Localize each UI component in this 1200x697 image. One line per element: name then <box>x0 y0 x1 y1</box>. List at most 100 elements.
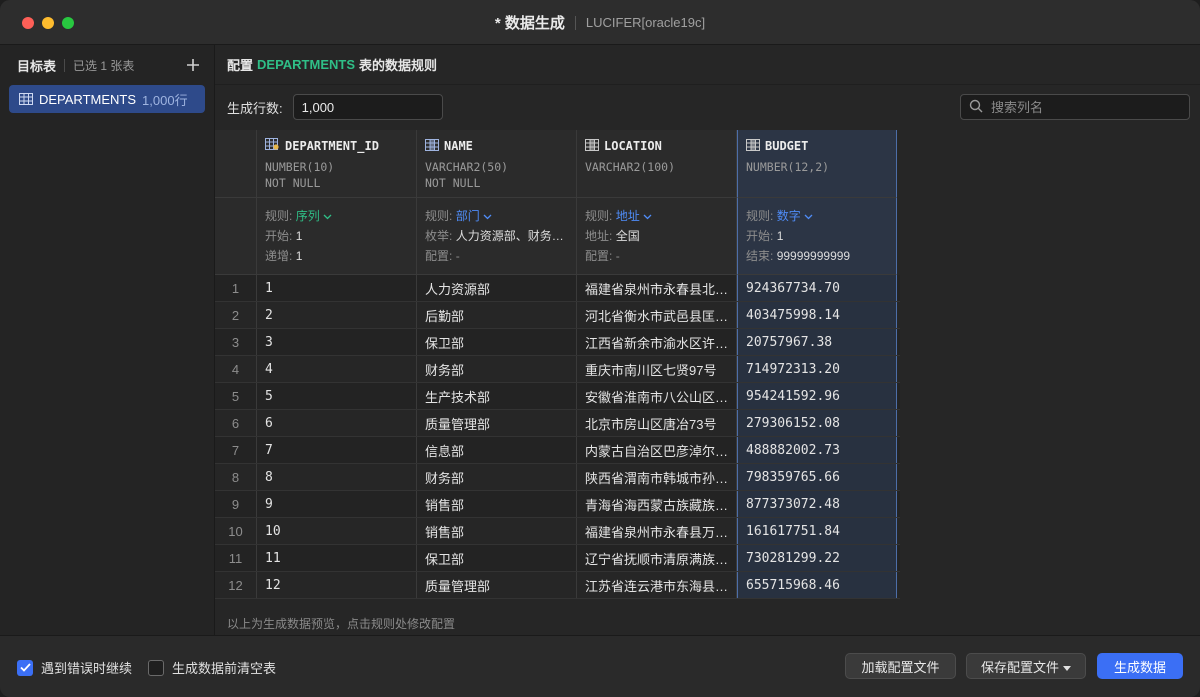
truncate-before-checkbox[interactable]: 生成数据前清空表 <box>148 658 276 677</box>
search-input[interactable] <box>991 99 1181 115</box>
column-header-location[interactable]: LOCATION VARCHAR2(100) <box>577 130 737 198</box>
param-value[interactable]: 1 <box>296 249 303 263</box>
column-name: NAME <box>444 139 473 153</box>
column-type: VARCHAR2(100) <box>585 160 676 174</box>
param-value[interactable]: - <box>456 249 460 263</box>
param-value[interactable]: - <box>616 249 620 263</box>
rule-value: 部门 <box>455 209 480 223</box>
column-icon <box>746 138 760 154</box>
rule-label: 规则: <box>585 209 613 223</box>
row-number-cell: 12 <box>215 572 257 598</box>
param-value[interactable]: 人力资源部、财务… <box>456 229 564 243</box>
connection-name: LUCIFER[oracle19c] <box>585 15 706 30</box>
row-number-cell: 3 <box>215 329 257 355</box>
param-label: 配置: <box>585 249 613 263</box>
department-id-cell: 10 <box>257 518 417 544</box>
row-number-header <box>215 130 257 198</box>
department-id-cell: 6 <box>257 410 417 436</box>
column-name: DEPARTMENT_ID <box>285 139 379 153</box>
selected-table-count: 已选 1 张表 <box>73 58 135 73</box>
location-cell: 陕西省渭南市韩城市孙… <box>577 464 737 490</box>
rule-cell-location: 规则: 地址 地址: 全国 配置: - <box>577 198 737 275</box>
table-row: 2 2 后勤部 河北省衡水市武邑县匡… 403475998.14 <box>215 302 900 329</box>
department-id-cell: 4 <box>257 356 417 382</box>
generate-data-button[interactable]: 生成数据 <box>1097 653 1183 679</box>
param-value[interactable]: 1 <box>296 229 303 243</box>
department-id-cell: 5 <box>257 383 417 409</box>
param-label: 结束: <box>746 249 774 263</box>
column-name: BUDGET <box>765 139 809 153</box>
department-id-cell: 11 <box>257 545 417 571</box>
sidebar-item-departments[interactable]: DEPARTMENTS 1,000行 <box>9 85 205 113</box>
column-header-name[interactable]: NAME VARCHAR2(50) NOT NULL <box>417 130 577 198</box>
column-icon <box>585 138 599 154</box>
row-number-cell: 2 <box>215 302 257 328</box>
table-row: 1 1 人力资源部 福建省泉州市永春县北… 924367734.70 <box>215 275 900 302</box>
row-number-cell: 4 <box>215 356 257 382</box>
save-config-button[interactable]: 保存配置文件 <box>966 653 1086 679</box>
budget-cell: 20757967.38 <box>737 329 897 355</box>
location-cell: 江苏省连云港市东海县… <box>577 572 737 598</box>
rule-value: 地址 <box>615 209 640 223</box>
checkbox-checked-icon <box>17 659 33 676</box>
column-type: NUMBER(12,2) <box>746 160 830 174</box>
plus-icon[interactable] <box>186 55 200 75</box>
chevron-down-icon <box>804 209 813 223</box>
name-cell: 保卫部 <box>417 329 577 355</box>
rule-label: 规则: <box>746 209 774 223</box>
table-row: 9 9 销售部 青海省海西蒙古族藏族… 877373072.48 <box>215 491 900 518</box>
chevron-down-icon <box>483 209 492 223</box>
location-cell: 青海省海西蒙古族藏族… <box>577 491 737 517</box>
config-table-name: DEPARTMENTS <box>257 57 355 72</box>
rule-selector[interactable]: 序列 <box>296 209 332 223</box>
rule-label: 规则: <box>425 209 453 223</box>
rule-selector[interactable]: 地址 <box>616 209 652 223</box>
row-number-cell: 11 <box>215 545 257 571</box>
checkbox-unchecked-icon <box>148 659 164 676</box>
location-cell: 福建省泉州市永春县万… <box>577 518 737 544</box>
config-heading-suffix: 表的数据规则 <box>359 58 438 73</box>
row-number-cell: 1 <box>215 275 257 301</box>
department-id-cell: 7 <box>257 437 417 463</box>
config-heading-prefix: 配置 <box>227 58 254 73</box>
column-header-department-id[interactable]: DEPARTMENT_ID NUMBER(10) NOT NULL <box>257 130 417 198</box>
rule-selector[interactable]: 数字 <box>777 209 813 223</box>
column-type: VARCHAR2(50) <box>425 160 509 174</box>
sidebar-item-row-count: 1,000行 <box>142 92 188 108</box>
preview-rows: 1 1 人力资源部 福建省泉州市永春县北… 924367734.70 2 2 后勤部 河北省衡水… <box>215 275 900 599</box>
load-config-button[interactable]: 加载配置文件 <box>845 653 956 679</box>
table-row: 8 8 财务部 陕西省渭南市韩城市孙… 798359765.66 <box>215 464 900 491</box>
table-row: 7 7 信息部 内蒙古自治区巴彦淖尔… 488882002.73 <box>215 437 900 464</box>
rule-selector[interactable]: 部门 <box>456 209 492 223</box>
param-label: 开始: <box>265 229 293 243</box>
title-divider <box>574 15 576 30</box>
budget-cell: 730281299.22 <box>737 545 897 571</box>
column-name: LOCATION <box>604 139 662 153</box>
name-cell: 质量管理部 <box>417 410 577 436</box>
window-title: * 数据生成 <box>494 15 565 32</box>
continue-on-error-checkbox[interactable]: 遇到错误时继续 <box>17 658 132 677</box>
param-value[interactable]: 1 <box>777 229 784 243</box>
column-search[interactable] <box>960 94 1190 120</box>
location-cell: 安徽省淮南市八公山区… <box>577 383 737 409</box>
name-cell: 信息部 <box>417 437 577 463</box>
name-cell: 销售部 <box>417 518 577 544</box>
department-id-cell: 3 <box>257 329 417 355</box>
table-row: 5 5 生产技术部 安徽省淮南市八公山区… 954241592.96 <box>215 383 900 410</box>
row-count-input[interactable] <box>292 94 443 120</box>
column-constraint: NOT NULL <box>265 176 321 190</box>
param-value[interactable]: 99999999999 <box>777 249 850 263</box>
title-bar: * 数据生成 LUCIFER[oracle19c] <box>0 0 1200 45</box>
config-heading: 配置 DEPARTMENTS 表的数据规则 <box>215 45 1200 85</box>
param-label: 枚举: <box>425 229 453 243</box>
data-grid: DEPARTMENT_ID NUMBER(10) NOT NULL NAME V… <box>215 130 900 599</box>
table-row: 4 4 财务部 重庆市南川区七贤97号 714972313.20 <box>215 356 900 383</box>
rule-label: 规则: <box>265 209 293 223</box>
column-header-budget[interactable]: BUDGET NUMBER(12,2) <box>737 130 897 198</box>
param-value[interactable]: 全国 <box>616 229 640 243</box>
checkbox-label: 遇到错误时继续 <box>41 661 133 676</box>
table-row: 11 11 保卫部 辽宁省抚顺市清原满族… 730281299.22 <box>215 545 900 572</box>
column-icon <box>425 138 439 154</box>
row-count-label: 生成行数: <box>227 100 283 116</box>
table-row: 6 6 质量管理部 北京市房山区唐冶73号 279306152.08 <box>215 410 900 437</box>
